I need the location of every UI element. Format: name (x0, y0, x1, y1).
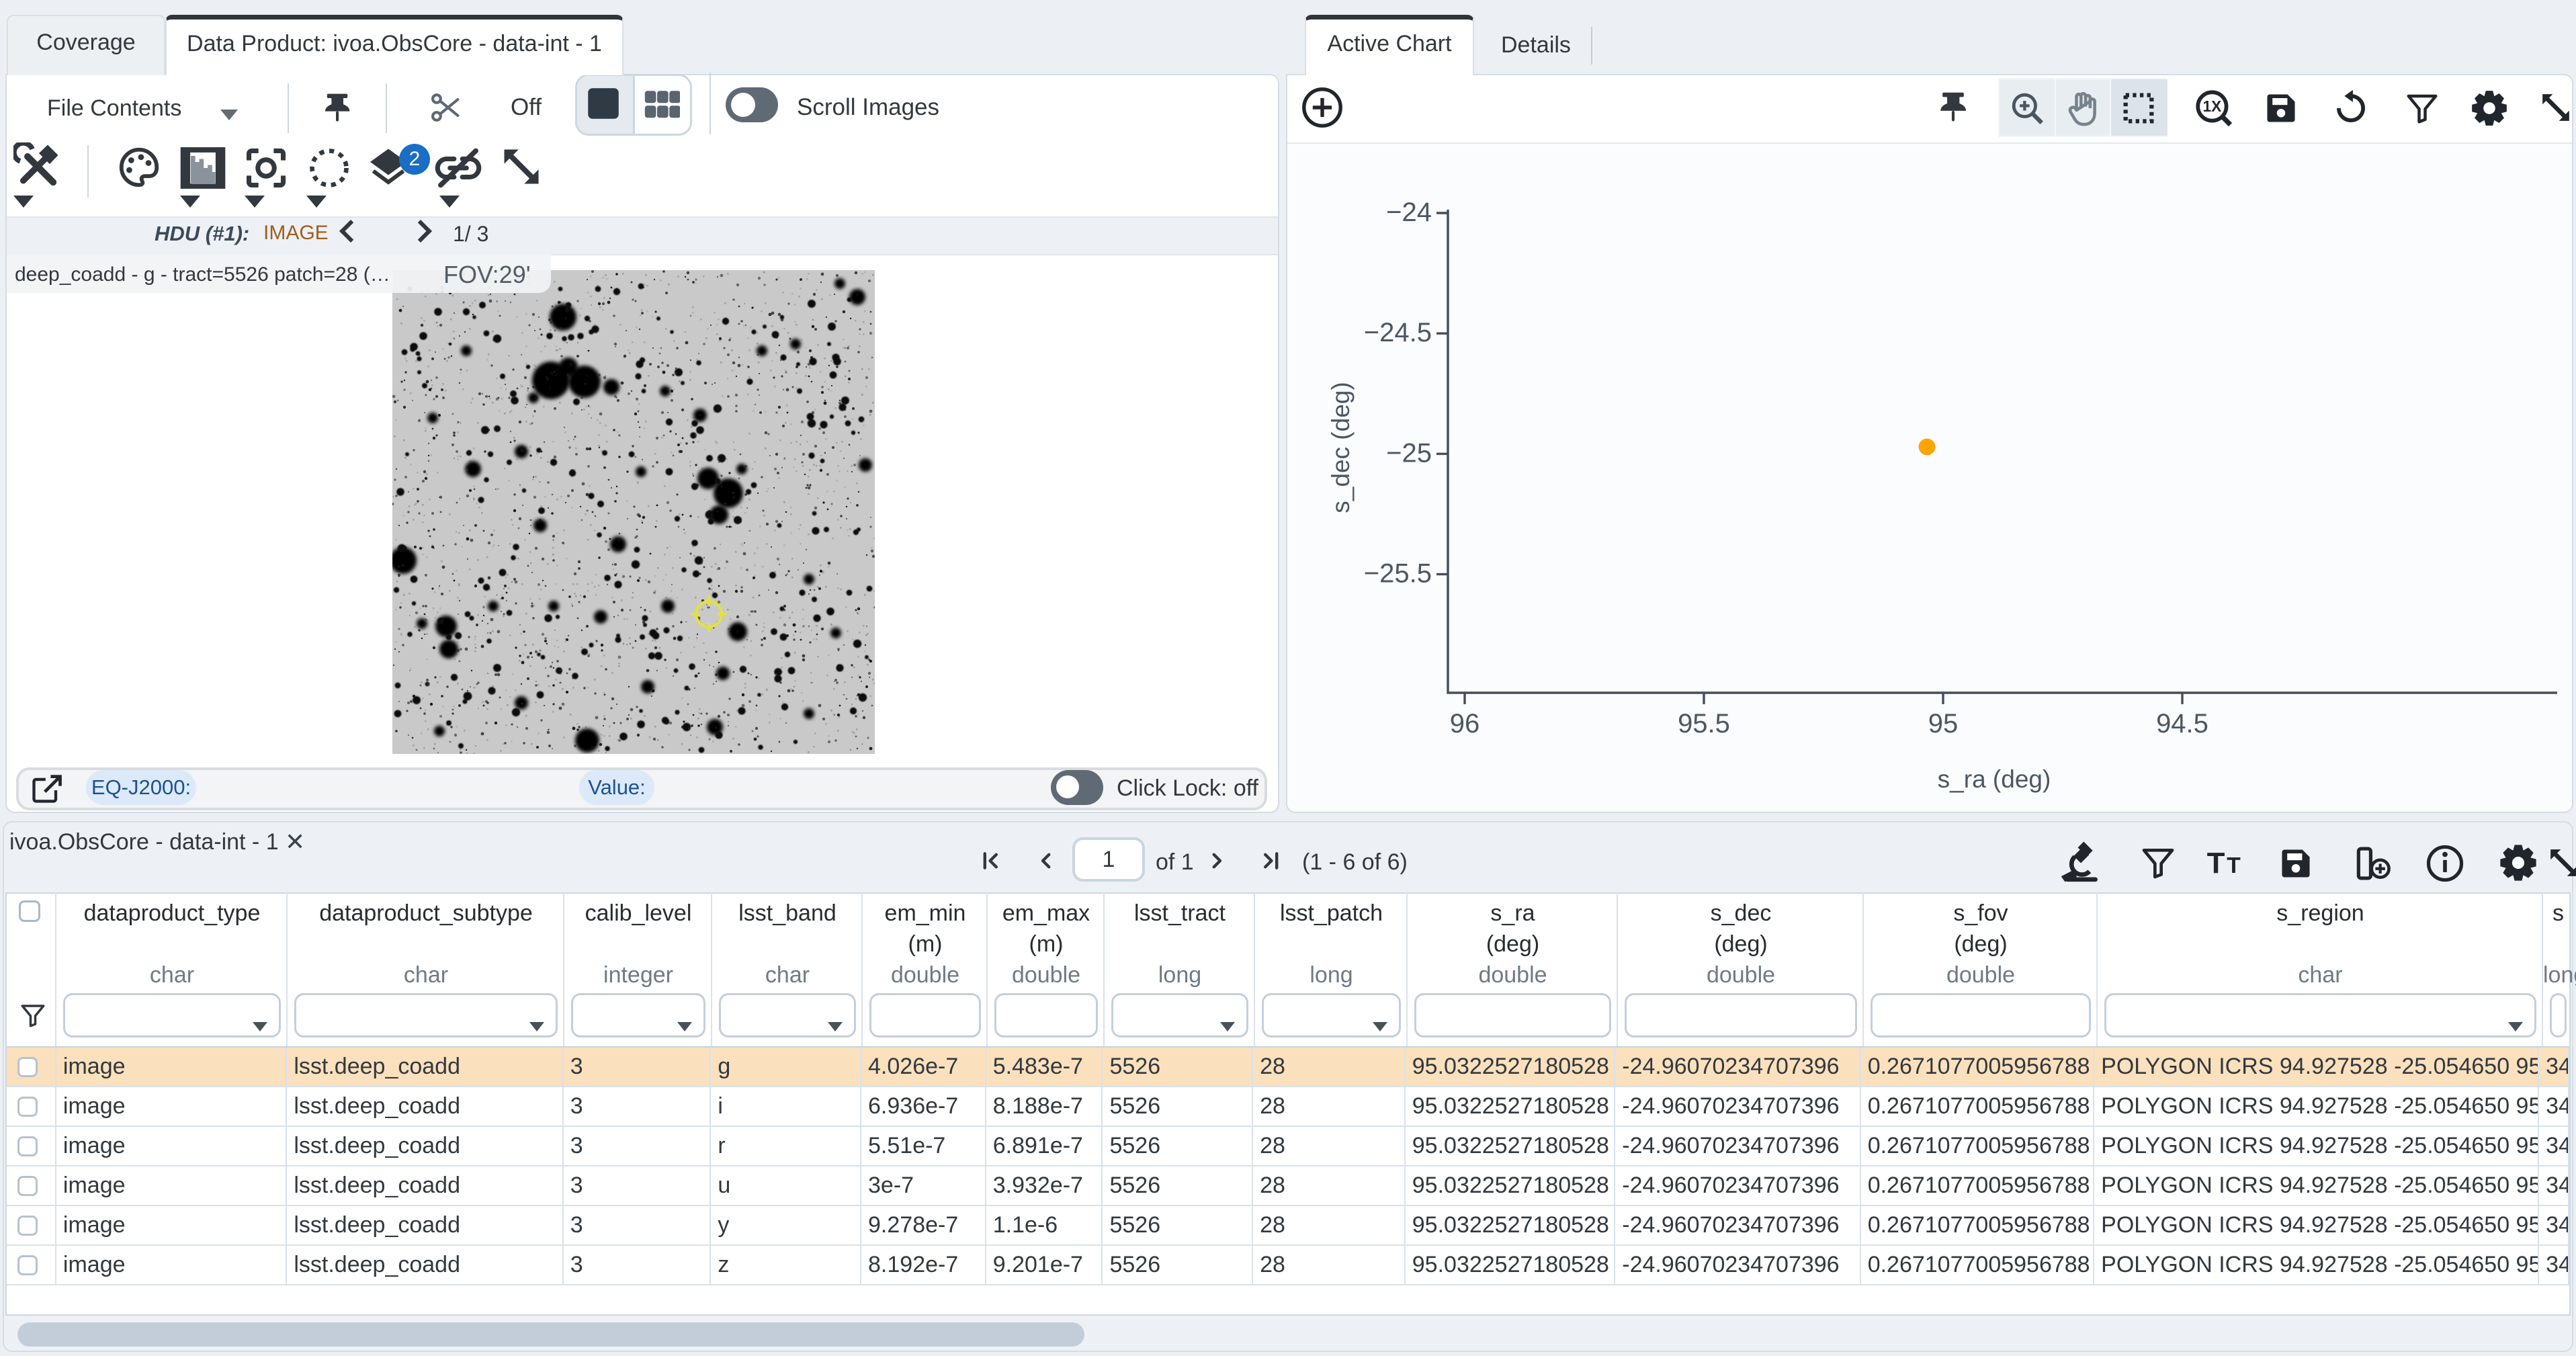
svg-text:−24: −24 (1386, 198, 1432, 227)
svg-text:−25.5: −25.5 (1364, 559, 1432, 589)
svg-text:T: T (2207, 847, 2225, 880)
svg-text:−24.5: −24.5 (1364, 318, 1432, 347)
svg-text:−25: −25 (1386, 438, 1432, 468)
svg-text:95: 95 (1928, 709, 1959, 738)
svg-text:94.5: 94.5 (2156, 709, 2208, 738)
svg-text:s_dec (deg): s_dec (deg) (1327, 382, 1355, 513)
svg-text:T: T (2227, 853, 2241, 878)
svg-text:96: 96 (1450, 709, 1480, 738)
svg-text:s_ra (deg): s_ra (deg) (1938, 765, 2051, 793)
svg-text:95.5: 95.5 (1678, 709, 1730, 738)
